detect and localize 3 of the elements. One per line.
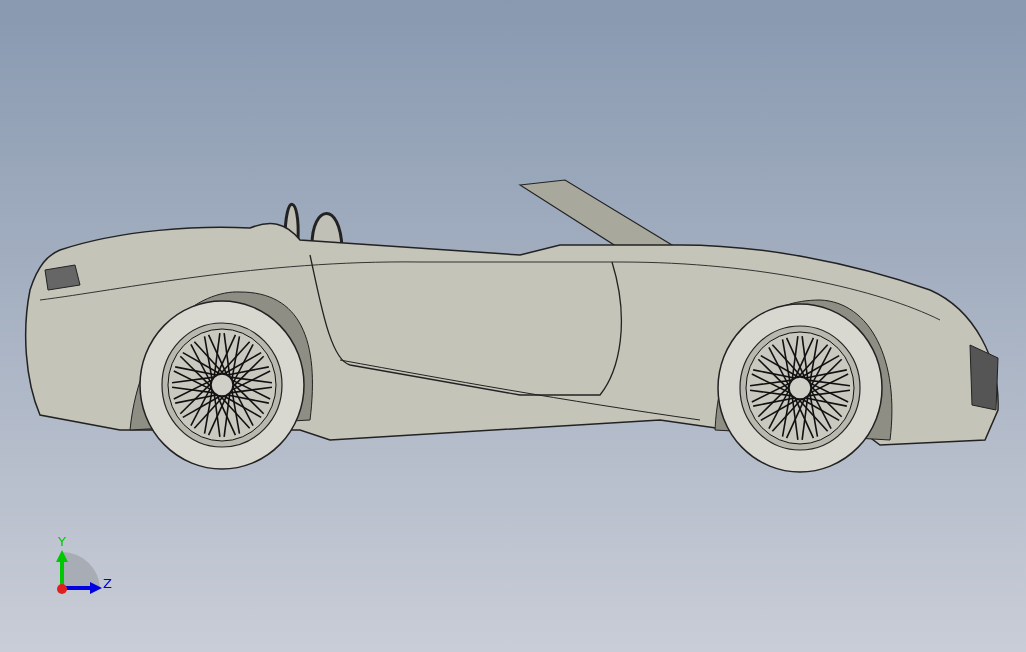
axis-label: Z [103, 576, 112, 591]
axis-triad [56, 550, 102, 594]
axis-label: Y [58, 534, 66, 549]
